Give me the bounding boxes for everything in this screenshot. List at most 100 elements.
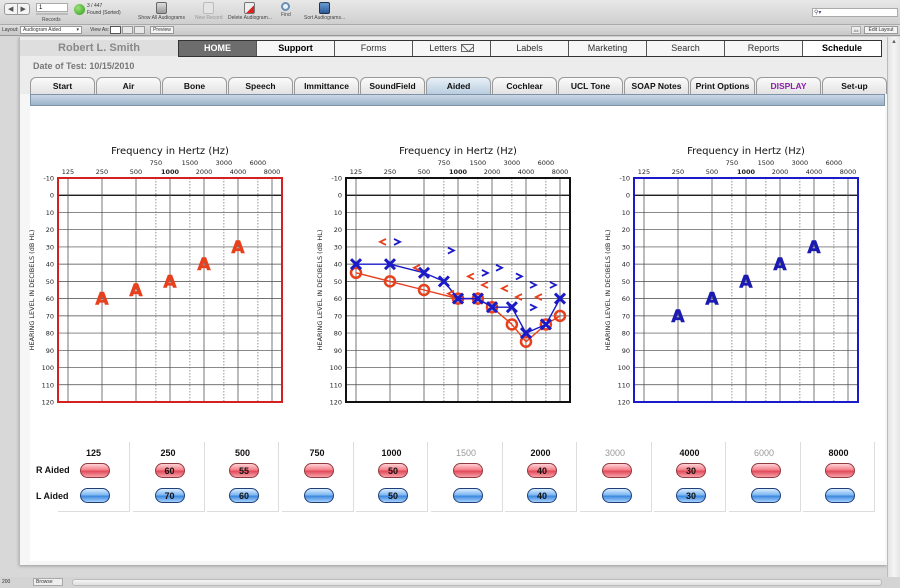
record-number-input[interactable]: 1 — [36, 3, 68, 12]
tab-ucl-tone[interactable]: UCL Tone — [558, 77, 623, 94]
record-slider[interactable] — [36, 13, 68, 15]
tab-set-up[interactable]: Set-up — [822, 77, 887, 94]
tab-aided[interactable]: Aided — [426, 77, 491, 94]
scroll-up-icon[interactable]: ▲ — [891, 39, 897, 45]
nav-support[interactable]: Support — [257, 41, 335, 56]
l-aided-value-field[interactable]: 50 — [378, 488, 408, 503]
l-aided-value-field[interactable] — [601, 488, 632, 503]
r-aided-value-field[interactable] — [825, 463, 855, 478]
x-tick-label: 250 — [96, 168, 108, 176]
mode-select[interactable]: Browse — [33, 578, 63, 586]
edit-layout-button[interactable]: Edit Layout — [864, 26, 898, 34]
x-top-tick-label: 3000 — [792, 159, 809, 167]
nav-home[interactable]: HOME — [179, 41, 257, 56]
tab-soap-notes[interactable]: SOAP Notes — [624, 77, 689, 94]
l-aided-value-field[interactable] — [452, 488, 483, 503]
record-navigator[interactable]: ◀ ▶ — [4, 3, 30, 15]
y-tick-label: 60 — [622, 295, 630, 303]
vertical-scrollbar[interactable]: ▲ — [887, 37, 900, 577]
show-all-icon — [155, 2, 167, 14]
find-button[interactable]: Find — [281, 2, 291, 18]
y-tick-label: 10 — [622, 209, 630, 217]
l-aided-value-field[interactable] — [80, 488, 110, 503]
l-aided-value-field[interactable]: 60 — [229, 488, 259, 503]
search-icon: ⚲▾ — [814, 10, 822, 16]
r-aided-value-field[interactable]: 30 — [676, 463, 706, 478]
y-tick-label: 40 — [334, 261, 342, 269]
r-aided-value-field[interactable]: 55 — [229, 463, 259, 478]
tab-cochlear[interactable]: Cochlear — [492, 77, 557, 94]
l-aided-value-field[interactable]: 40 — [527, 488, 557, 503]
preview-button[interactable]: Preview — [150, 26, 174, 34]
y-tick-label: 60 — [334, 295, 342, 303]
tab-speech[interactable]: Speech — [228, 77, 293, 94]
x-top-tick-label: 1500 — [758, 159, 775, 167]
nav-labels[interactable]: Labels — [491, 41, 569, 56]
frequency-header: 250 — [160, 448, 176, 458]
nav-forms[interactable]: Forms — [335, 41, 413, 56]
aided-column-8000: 8000 — [803, 442, 875, 512]
x-tick-label: 4000 — [518, 168, 535, 176]
next-record-icon[interactable]: ▶ — [18, 4, 30, 14]
font-size-button[interactable]: Aä — [851, 26, 861, 34]
show-all-audiograms-button[interactable]: Show All Audiograms — [138, 2, 185, 21]
l-aided-value-field[interactable]: 70 — [154, 488, 185, 503]
layout-select[interactable]: Audiogram Aided ▾ — [20, 26, 82, 34]
r-aided-value-field[interactable]: 50 — [378, 463, 408, 478]
l-aided-value-field[interactable] — [750, 488, 781, 503]
delete-audiogram-button[interactable]: Delete Audiogram... — [228, 2, 272, 21]
tab-soundfield[interactable]: SoundField — [360, 77, 425, 94]
previous-record-icon[interactable]: ◀ — [5, 4, 18, 14]
quick-find-input[interactable]: ⚲▾ — [812, 8, 898, 17]
unaided-chart[interactable]: Frequency in Hertz (Hz) -10 0 10 20 30 40 50 60 7… — [314, 142, 584, 422]
view-list-button[interactable] — [122, 26, 133, 34]
r-aided-value-field[interactable] — [452, 463, 483, 478]
data-point-r-aided: A — [129, 281, 143, 301]
l-aided-value-field[interactable] — [303, 488, 334, 503]
y-tick-label: 30 — [622, 243, 630, 251]
nav-marketing[interactable]: Marketing — [569, 41, 647, 56]
data-point-left-bone — [529, 281, 539, 289]
l-aided-value-field[interactable]: 30 — [676, 488, 706, 503]
y-tick-label: 100 — [42, 364, 54, 372]
data-point-r-aided: A — [163, 272, 177, 292]
tab-display[interactable]: DISPLAY — [756, 77, 821, 94]
tab-air[interactable]: Air — [96, 77, 161, 94]
new-record-icon — [203, 2, 215, 14]
nav-reports[interactable]: Reports — [725, 41, 803, 56]
sort-audiograms-button[interactable]: Sort Audiograms... — [304, 2, 345, 21]
r-aided-value-field[interactable]: 40 — [527, 463, 557, 478]
tab-bone[interactable]: Bone — [162, 77, 227, 94]
new-record-button[interactable]: New Record — [195, 2, 223, 21]
r-aided-value-field[interactable] — [601, 463, 632, 478]
found-count: 3 / 447 — [87, 3, 103, 9]
r-aided-value-field[interactable] — [80, 463, 110, 478]
horizontal-scrollbar[interactable] — [72, 579, 882, 586]
data-point-l-aided: A — [705, 290, 719, 310]
y-tick-label: 50 — [334, 278, 342, 286]
r-aided-value-field[interactable] — [750, 463, 781, 478]
nav-letters[interactable]: Letters — [413, 41, 491, 56]
tab-start[interactable]: Start — [30, 77, 95, 94]
aided-column-750: 750 — [281, 442, 354, 512]
l-aided-label: L Aided — [36, 491, 69, 501]
y-tick-label: 120 — [330, 399, 342, 407]
aided-column-4000: 4000 30 30 — [654, 442, 726, 512]
l-aided-value-field[interactable] — [825, 488, 855, 503]
r-aided-value-field[interactable] — [303, 463, 334, 478]
nav-search[interactable]: Search — [647, 41, 725, 56]
nav-schedule[interactable]: Schedule — [803, 41, 881, 56]
view-form-button[interactable] — [110, 26, 121, 34]
right-aided-chart[interactable]: Frequency in Hertz (Hz) -10 0 10 20 30 40 50 60 7… — [26, 142, 296, 422]
zoom-level[interactable]: 200 — [2, 579, 10, 585]
y-tick-label: 90 — [334, 347, 342, 355]
tab-print-options[interactable]: Print Options — [690, 77, 755, 94]
y-tick-label: 20 — [622, 226, 630, 234]
left-aided-chart[interactable]: Frequency in Hertz (Hz) -10 0 10 20 30 40 50 60 7… — [602, 142, 872, 422]
view-table-button[interactable] — [134, 26, 145, 34]
r-aided-value-field[interactable]: 60 — [154, 463, 185, 478]
data-point-left-bone — [529, 303, 539, 312]
y-tick-label: 60 — [46, 295, 54, 303]
x-tick-label: 500 — [706, 168, 718, 176]
tab-immittance[interactable]: Immittance — [294, 77, 359, 94]
